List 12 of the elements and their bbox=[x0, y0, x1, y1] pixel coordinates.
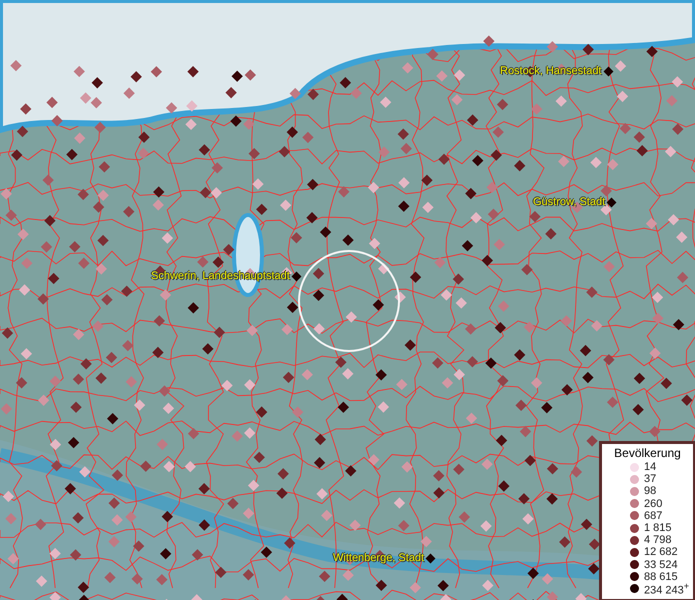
legend-label: 234 243$^{+}$ bbox=[644, 581, 690, 597]
legend-label: 4 798 bbox=[644, 534, 672, 546]
legend-label: 33 524 bbox=[644, 558, 678, 571]
legend-label: 687 bbox=[644, 510, 662, 522]
legend-label: 88 615 bbox=[644, 570, 678, 583]
legend-title: Bevölkerung bbox=[614, 446, 681, 460]
legend-label: 260 bbox=[644, 498, 662, 510]
legend-label: 12 682 bbox=[644, 546, 678, 558]
legend-label: 98 bbox=[644, 485, 656, 498]
legend-label: 37 bbox=[644, 473, 656, 486]
legend-label: 1 815 bbox=[644, 522, 672, 534]
legend-label: 14 bbox=[644, 461, 656, 474]
